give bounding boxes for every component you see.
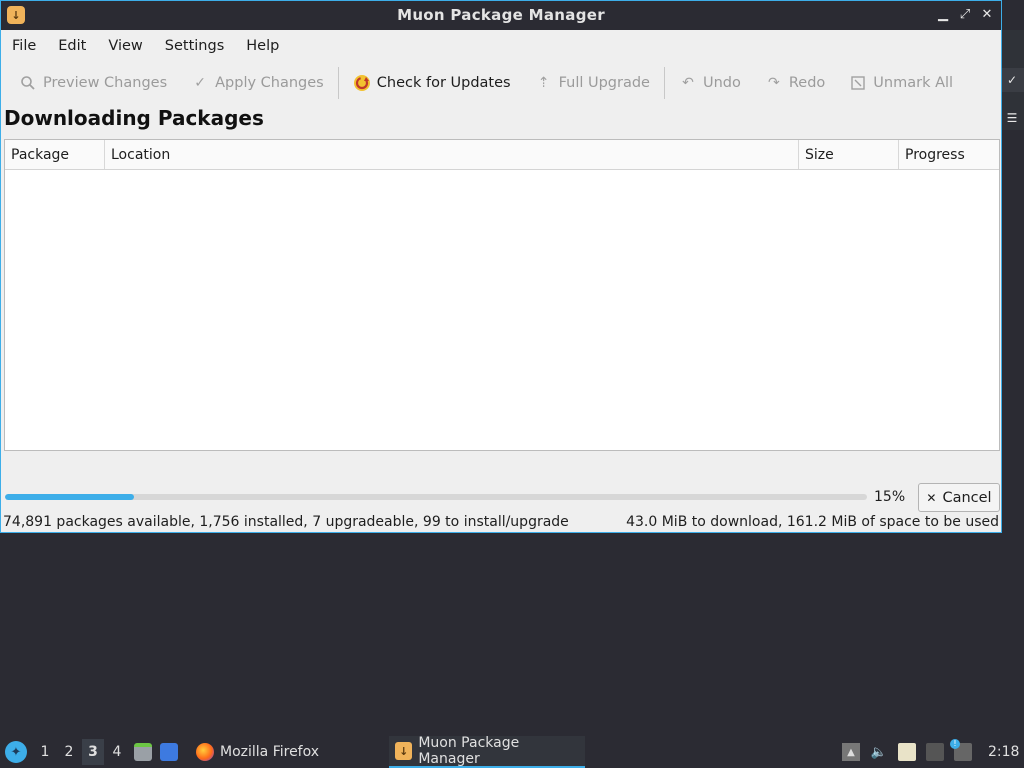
notification-icon[interactable]: ! — [950, 739, 972, 761]
workspace-2[interactable]: 2 — [58, 739, 80, 765]
unmark-all-label: Unmark All — [873, 75, 954, 91]
volume-icon[interactable]: 🔈 — [870, 743, 888, 761]
menu-settings[interactable]: Settings — [154, 31, 235, 61]
close-button[interactable]: ✕ — [979, 5, 995, 25]
redo-icon: ↷ — [768, 75, 780, 91]
firefox-icon — [196, 743, 214, 761]
workspace-3[interactable]: 3 — [82, 739, 104, 765]
muon-window: ↓ Muon Package Manager ▁ ⤢ ✕ File Edit V… — [0, 0, 1002, 533]
page-title: Downloading Packages — [4, 106, 264, 130]
column-size[interactable]: Size — [799, 140, 899, 169]
progress-bar — [5, 494, 867, 500]
checkmark-icon: ✓ — [1000, 68, 1024, 92]
toolbar-separator — [337, 67, 339, 99]
full-upgrade-label: Full Upgrade — [558, 75, 650, 91]
file-manager-icon[interactable] — [134, 743, 152, 761]
taskbar-muon-label: Muon Package Manager — [418, 735, 520, 767]
undo-button[interactable]: ↶ Undo — [667, 65, 753, 101]
refresh-icon — [353, 74, 371, 92]
check-updates-button[interactable]: Check for Updates — [341, 65, 523, 101]
cancel-label: Cancel — [942, 489, 992, 506]
menu-icon: ☰ — [1006, 111, 1018, 125]
close-icon: ✕ — [926, 490, 937, 505]
title-bar[interactable]: ↓ Muon Package Manager ▁ ⤢ ✕ — [1, 1, 1001, 30]
taskbar-muon[interactable]: ↓ Muon Package Manager — [389, 735, 585, 768]
toolbar: Preview Changes ✓ Apply Changes Check fo… — [1, 63, 1001, 103]
muon-app-icon: ↓ — [395, 742, 413, 760]
workspace-1[interactable]: 1 — [34, 739, 56, 765]
preview-changes-button[interactable]: Preview Changes — [1, 65, 179, 101]
checkmark-icon: ✓ — [194, 75, 206, 91]
table-header: Package Location Size Progress — [5, 140, 999, 170]
menu-help[interactable]: Help — [235, 31, 290, 61]
download-progress-row: 15% ✕ Cancel — [4, 483, 1000, 513]
menu-bar: File Edit View Settings Help — [1, 31, 290, 61]
clock[interactable]: 2:18 — [988, 744, 1019, 760]
apply-changes-label: Apply Changes — [215, 75, 324, 91]
progress-fill — [5, 494, 135, 500]
status-download: 43.0 MiB to download, 161.2 MiB of space… — [626, 514, 999, 530]
column-location[interactable]: Location — [105, 140, 799, 169]
redo-button[interactable]: ↷ Redo — [753, 65, 837, 101]
full-upgrade-button[interactable]: ⇡ Full Upgrade — [523, 65, 662, 101]
taskbar-firefox-label: Mozilla Firefox — [220, 744, 320, 760]
check-updates-label: Check for Updates — [376, 75, 511, 91]
column-package[interactable]: Package — [5, 140, 105, 169]
menu-edit[interactable]: Edit — [47, 31, 97, 61]
upgrade-icon: ⇡ — [537, 75, 550, 91]
unmark-all-button[interactable]: Unmark All — [837, 65, 965, 101]
window-title: Muon Package Manager — [397, 6, 605, 24]
unmark-icon — [849, 74, 867, 92]
desktop-icon[interactable] — [160, 743, 178, 761]
taskbar-firefox[interactable]: Mozilla Firefox — [190, 736, 325, 768]
toolbar-separator — [663, 67, 665, 99]
undo-label: Undo — [702, 75, 741, 91]
workspace-4[interactable]: 4 — [106, 739, 128, 765]
redo-label: Redo — [788, 75, 826, 91]
menu-file[interactable]: File — [1, 31, 47, 61]
preview-changes-label: Preview Changes — [43, 75, 168, 91]
network-icon[interactable] — [926, 743, 944, 761]
apply-changes-button[interactable]: ✓ Apply Changes — [179, 65, 336, 101]
status-packages: 74,891 packages available, 1,756 install… — [3, 514, 569, 530]
menu-view[interactable]: View — [97, 31, 153, 61]
clipboard-icon[interactable] — [898, 743, 916, 761]
search-icon — [19, 74, 37, 92]
background-window: ✓ ☰ — [1000, 30, 1024, 130]
eject-icon[interactable]: ▲ — [842, 743, 860, 761]
maximize-button[interactable]: ⤢ — [957, 5, 973, 25]
download-table[interactable]: Package Location Size Progress — [4, 139, 1000, 451]
taskbar: ✦ 1 2 3 4 Mozilla Firefox ↓ Muon Package… — [0, 735, 1024, 768]
undo-icon: ↶ — [682, 75, 694, 91]
cancel-button[interactable]: ✕ Cancel — [918, 483, 1000, 512]
column-progress[interactable]: Progress — [899, 140, 999, 169]
start-menu-icon[interactable]: ✦ — [5, 741, 27, 763]
minimize-button[interactable]: ▁ — [935, 5, 951, 25]
progress-percent: 15% — [874, 489, 906, 505]
